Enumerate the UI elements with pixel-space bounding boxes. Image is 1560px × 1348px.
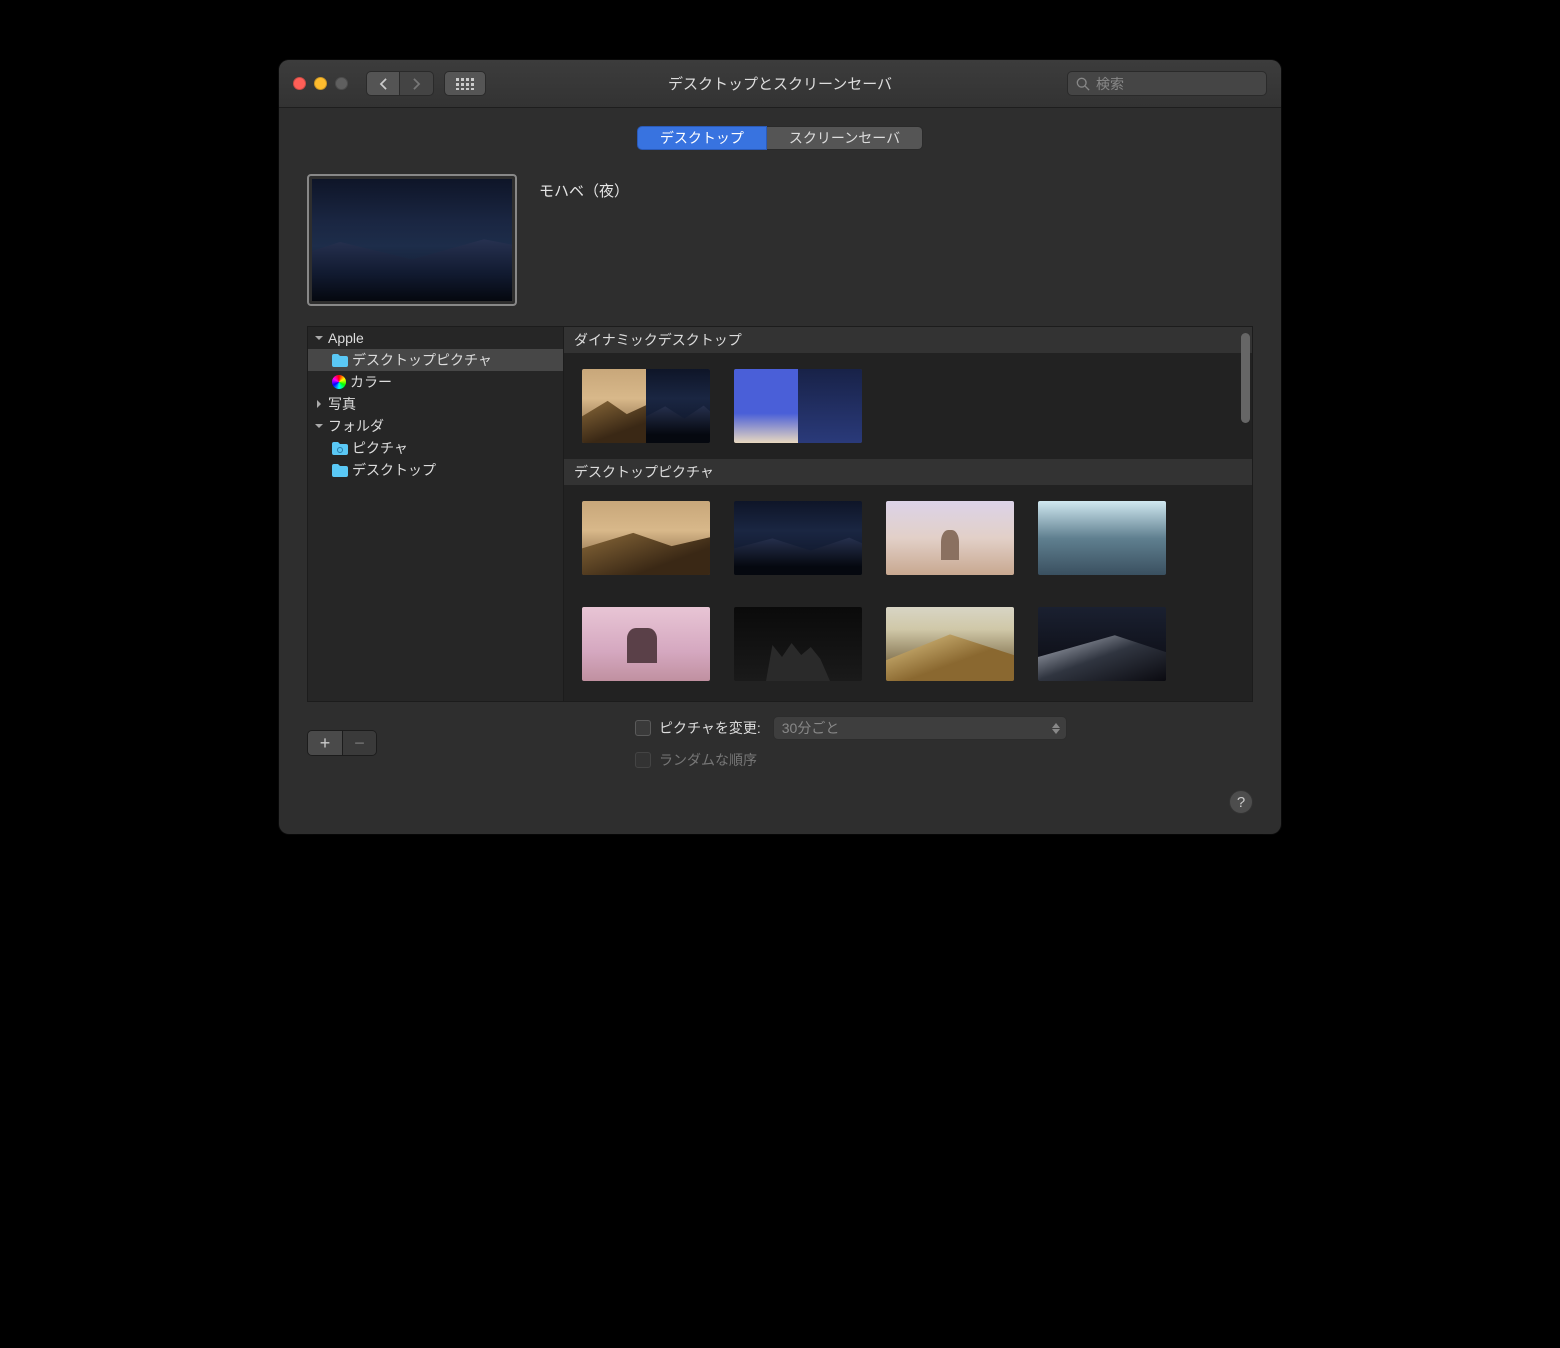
section-dynamic: ダイナミックデスクトップ: [564, 327, 1252, 353]
remove-folder-button[interactable]: −: [342, 731, 376, 755]
picture-browser: Apple デスクトップピクチャ カラー 写真 フォルダ ピクチャ: [307, 326, 1253, 702]
disclosure-down-icon: [314, 333, 324, 343]
random-order-label: ランダムな順序: [659, 750, 757, 770]
disclosure-right-icon: [314, 399, 324, 409]
zoom-button[interactable]: [335, 77, 348, 90]
sidebar-group-photos[interactable]: 写真: [308, 393, 563, 415]
search-placeholder: 検索: [1096, 74, 1124, 94]
change-picture-checkbox-row: ピクチャを変更:: [635, 718, 761, 738]
thumbnail[interactable]: [582, 607, 710, 681]
folder-icon: [332, 442, 348, 455]
thumb-row: [564, 591, 1252, 697]
thumb-row: [564, 485, 1252, 591]
sidebar-label: デスクトップピクチャ: [352, 350, 492, 370]
preview-label: モハベ（夜）: [539, 174, 629, 306]
tab-bar: デスクトップ スクリーンセーバ: [279, 108, 1281, 150]
chevron-left-icon: [379, 78, 388, 90]
minimize-button[interactable]: [314, 77, 327, 90]
thumbnail[interactable]: [734, 501, 862, 575]
bottom-row: ?: [279, 794, 1281, 834]
sidebar-item-colors[interactable]: カラー: [308, 371, 563, 393]
random-order-checkbox-row: ランダムな順序: [635, 750, 1067, 770]
thumbnail[interactable]: [582, 501, 710, 575]
sidebar-item-pictures-folder[interactable]: ピクチャ: [308, 437, 563, 459]
help-button[interactable]: ?: [1229, 790, 1253, 814]
show-all-button[interactable]: [444, 71, 486, 96]
thumbnail-dynamic-gradient[interactable]: [734, 369, 862, 443]
tab-desktop[interactable]: デスクトップ: [637, 126, 767, 150]
preview-image: [312, 179, 512, 301]
thumbnail[interactable]: [886, 607, 1014, 681]
random-order-checkbox: [635, 752, 651, 768]
back-button[interactable]: [366, 71, 400, 96]
color-wheel-icon: [332, 375, 346, 389]
sidebar-group-folders[interactable]: フォルダ: [308, 415, 563, 437]
stepper-arrows-icon: [1052, 723, 1060, 734]
section-desktop-pictures: デスクトップピクチャ: [564, 459, 1252, 485]
add-remove-buttons: + −: [307, 730, 377, 756]
change-picture-label: ピクチャを変更:: [659, 718, 761, 738]
tab-screensaver[interactable]: スクリーンセーバ: [767, 126, 923, 150]
sidebar-group-apple[interactable]: Apple: [308, 327, 563, 349]
titlebar: デスクトップとスクリーンセーバ 検索: [279, 60, 1281, 108]
forward-button[interactable]: [400, 71, 434, 96]
folder-icon: [332, 354, 348, 367]
search-icon: [1076, 77, 1090, 91]
interval-select[interactable]: 30分ごと: [773, 716, 1067, 740]
traffic-lights: [293, 77, 348, 90]
sidebar-label: 写真: [328, 394, 356, 414]
sidebar-label: Apple: [328, 330, 364, 346]
sidebar-item-desktop-folder[interactable]: デスクトップ: [308, 459, 563, 481]
thumbnail-dynamic-mojave[interactable]: [582, 369, 710, 443]
interval-value: 30分ごと: [782, 718, 840, 738]
search-field[interactable]: 検索: [1067, 71, 1267, 96]
sidebar-item-desktop-pictures[interactable]: デスクトップピクチャ: [308, 349, 563, 371]
thumbnail[interactable]: [1038, 607, 1166, 681]
folder-icon: [332, 464, 348, 477]
sidebar-label: カラー: [350, 372, 392, 392]
thumbnails-pane[interactable]: ダイナミックデスクトップ デスクトップピクチャ: [563, 326, 1253, 702]
thumbnail[interactable]: [886, 501, 1014, 575]
preview-row: モハベ（夜）: [279, 150, 1281, 326]
thumbnail[interactable]: [734, 607, 862, 681]
scrollbar[interactable]: [1241, 333, 1250, 423]
sidebar: Apple デスクトップピクチャ カラー 写真 フォルダ ピクチャ: [307, 326, 563, 702]
disclosure-down-icon: [314, 421, 324, 431]
sidebar-label: デスクトップ: [352, 460, 436, 480]
close-button[interactable]: [293, 77, 306, 90]
add-folder-button[interactable]: +: [308, 731, 342, 755]
sidebar-label: フォルダ: [328, 416, 384, 436]
change-picture-checkbox[interactable]: [635, 720, 651, 736]
thumbnail[interactable]: [1038, 501, 1166, 575]
nav-buttons: [366, 71, 434, 96]
current-desktop-preview: [307, 174, 517, 306]
thumb-row: [564, 697, 1252, 702]
options-column: ピクチャを変更: 30分ごと ランダムな順序: [635, 716, 1067, 770]
preferences-window: デスクトップとスクリーンセーバ 検索 デスクトップ スクリーンセーバ モハベ（夜…: [279, 60, 1281, 834]
thumb-row: [564, 353, 1252, 459]
controls-row: + − ピクチャを変更: 30分ごと ランダムな順序: [279, 702, 1281, 794]
grid-icon: [456, 78, 474, 90]
sidebar-label: ピクチャ: [352, 438, 408, 458]
chevron-right-icon: [412, 78, 421, 90]
